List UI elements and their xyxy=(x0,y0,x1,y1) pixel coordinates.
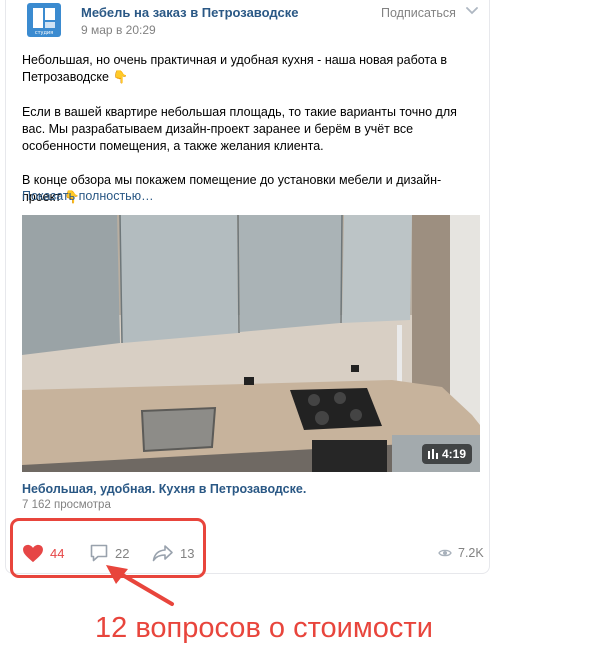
video-title[interactable]: Небольшая, удобная. Кухня в Петрозаводск… xyxy=(22,482,306,496)
community-avatar[interactable]: студия xyxy=(27,3,61,37)
post-date[interactable]: 9 мар в 20:29 xyxy=(81,23,156,37)
post-text-paragraph-1: Небольшая, но очень практичная и удобная… xyxy=(22,53,448,84)
views-count: 7.2K xyxy=(458,546,484,560)
video-duration: 4:19 xyxy=(441,447,466,461)
subscribe-button[interactable]: Подписаться xyxy=(381,6,456,20)
wall-post: студия Мебель на заказ в Петрозаводске 9… xyxy=(5,0,490,574)
avatar-caption: студия xyxy=(34,30,54,36)
show-more-link[interactable]: Показать полностью… xyxy=(22,189,154,203)
playlist-icon xyxy=(427,449,438,459)
post-author[interactable]: Мебель на заказ в Петрозаводске xyxy=(81,5,298,20)
kitchen-video-preview xyxy=(22,215,480,472)
video-views: 7 162 просмотра xyxy=(22,499,111,511)
page: { "post": { "author": "Мебель на заказ в… xyxy=(0,0,607,658)
video-duration-badge: 4:19 xyxy=(421,444,472,464)
annotation-caption: 12 вопросов о стоимости xyxy=(95,612,433,644)
post-text-paragraph-2: Если в вашей квартире небольшая площадь,… xyxy=(22,105,457,153)
post-views: 7.2K xyxy=(438,538,484,568)
annotation-arrow-icon xyxy=(106,565,174,606)
dropdown-chevron-icon[interactable] xyxy=(466,7,478,15)
eye-icon xyxy=(438,549,452,557)
video-thumbnail[interactable]: 4:19 xyxy=(22,215,480,472)
